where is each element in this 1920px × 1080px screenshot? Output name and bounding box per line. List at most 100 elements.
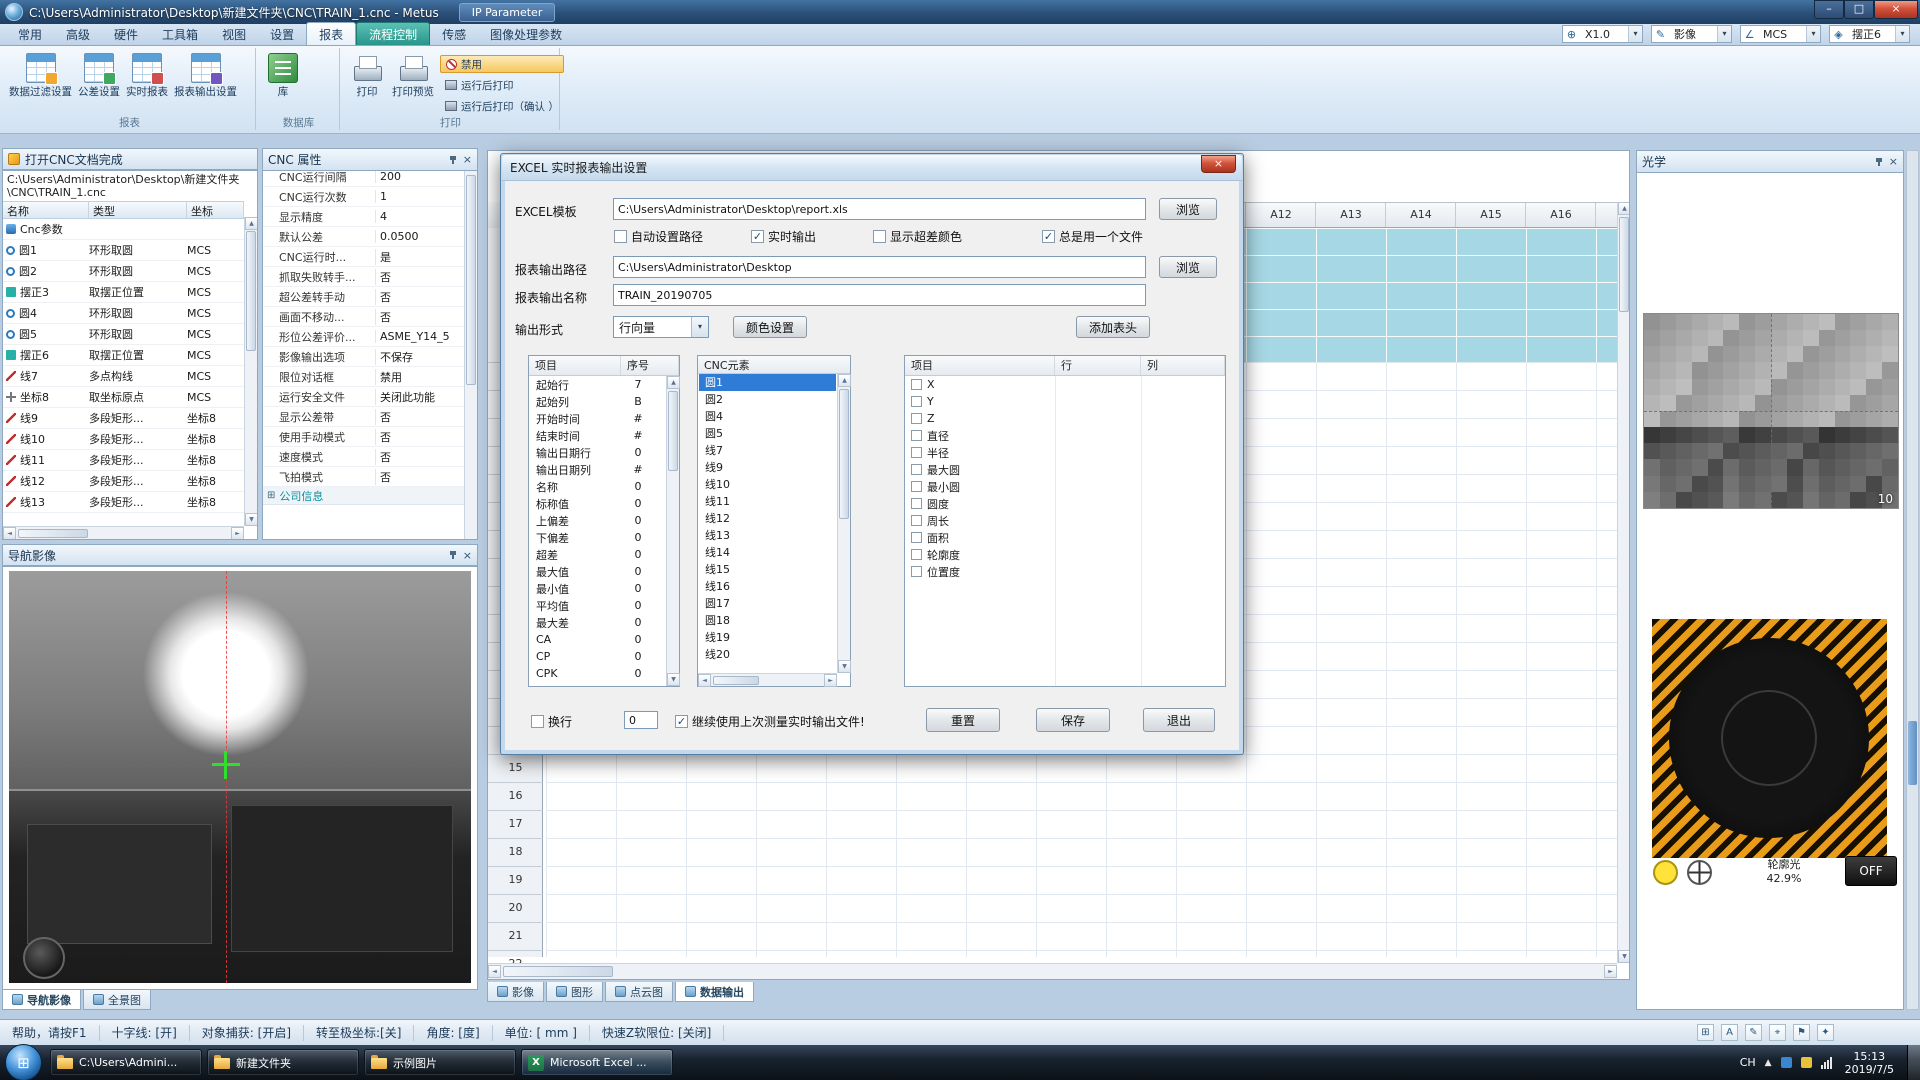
output-format-select[interactable]: 行向量 ▾: [613, 316, 709, 338]
output-item-row[interactable]: Y: [906, 393, 1224, 410]
cnc-element-item[interactable]: 线11: [699, 493, 836, 510]
wrap-count-input[interactable]: [624, 711, 658, 729]
scroll-up-icon[interactable]: ▲: [667, 376, 680, 389]
taskbar-button[interactable]: XMicrosoft Excel ...: [521, 1049, 673, 1076]
ribbon-tab[interactable]: 高级: [54, 23, 102, 45]
report-item-row[interactable]: 最大差0: [530, 614, 665, 631]
close-panel-icon[interactable]: ×: [463, 154, 472, 165]
feature-row[interactable]: 圆5环形取圆MCS: [3, 324, 244, 345]
scroll-right-icon[interactable]: ►: [824, 674, 837, 687]
scroll-up-icon[interactable]: ▲: [838, 374, 851, 387]
sheet-column-header[interactable]: A16: [1526, 202, 1596, 228]
browse-path-button[interactable]: 浏览: [1159, 256, 1217, 278]
cnc-element-item[interactable]: 圆1: [699, 374, 836, 391]
ribbon-tab[interactable]: 图像处理参数: [478, 23, 574, 45]
zoom-pixel-view[interactable]: 10: [1643, 313, 1899, 509]
ribbon-tab[interactable]: 硬件: [102, 23, 150, 45]
excel-template-input[interactable]: [613, 198, 1146, 220]
sheet-column-header[interactable]: A12: [1246, 202, 1316, 228]
feature-row[interactable]: 线7多点构线MCS: [3, 366, 244, 387]
section-company-info[interactable]: ⊞ 公司信息: [263, 487, 464, 505]
network-icon[interactable]: [1821, 1057, 1832, 1069]
chevron-down-icon[interactable]: ▾: [1895, 26, 1909, 42]
property-row[interactable]: 运行安全文件关闭此功能: [263, 387, 464, 407]
chevron-down-icon[interactable]: ▾: [1717, 26, 1731, 42]
camera-view[interactable]: [1652, 619, 1887, 858]
option-checkbox[interactable]: 自动设置路径: [614, 228, 703, 245]
feature-row[interactable]: 摆正3取摆正位置MCS: [3, 282, 244, 303]
report-item-row[interactable]: 起始列B: [530, 393, 665, 410]
feature-row[interactable]: 圆1环形取圆MCS: [3, 240, 244, 261]
report-item-row[interactable]: CA0: [530, 631, 665, 648]
checkbox-box[interactable]: [911, 379, 922, 390]
close-panel-icon[interactable]: ×: [463, 550, 472, 561]
maximize-button[interactable]: □: [1844, 0, 1874, 19]
light-off-button[interactable]: OFF: [1845, 856, 1897, 886]
cnc-element-item[interactable]: 圆18: [699, 612, 836, 629]
nav-view-tab[interactable]: 全景图: [83, 990, 151, 1010]
taskbar-button[interactable]: C:\Users\Admini...: [50, 1049, 202, 1076]
output-name-input[interactable]: [613, 284, 1146, 306]
chevron-down-icon[interactable]: ▾: [1628, 26, 1642, 42]
dialog-close-button[interactable]: ×: [1201, 155, 1236, 173]
scrollbar-thumb[interactable]: [1908, 721, 1917, 785]
library-button[interactable]: 库: [260, 50, 306, 98]
scrollbar-thumb[interactable]: [668, 391, 678, 471]
app-logo-icon[interactable]: [5, 3, 23, 21]
expand-icon[interactable]: ⊞: [267, 490, 275, 501]
property-row[interactable]: 画面不移动...否: [263, 307, 464, 327]
ribbon-tab[interactable]: 报表: [306, 22, 356, 45]
start-button[interactable]: ⊞: [5, 1044, 42, 1080]
tray-app-icon[interactable]: [1781, 1057, 1792, 1068]
sheet-row-header[interactable]: 16: [488, 782, 543, 810]
column-header-item[interactable]: 项目: [905, 356, 1055, 375]
show-desktop-button[interactable]: [1907, 1045, 1920, 1080]
feature-row[interactable]: Cnc参数: [3, 219, 244, 240]
sheet-column-header[interactable]: A13: [1316, 202, 1386, 228]
property-row[interactable]: 影像输出选项不保存: [263, 347, 464, 367]
checkbox-box[interactable]: [911, 447, 922, 458]
sheet-row-header[interactable]: 18: [488, 838, 543, 866]
ip-parameter-button[interactable]: IP Parameter: [459, 3, 556, 22]
property-row[interactable]: 速度模式否: [263, 447, 464, 467]
color-settings-button[interactable]: 颜色设置: [733, 316, 807, 338]
sheet-row-header[interactable]: 19: [488, 866, 543, 894]
file-panel-scrollbar[interactable]: ▲ ▼: [244, 217, 257, 526]
scroll-up-icon[interactable]: ▲: [245, 217, 258, 230]
report-item-row[interactable]: 起始行7: [530, 376, 665, 393]
output-item-row[interactable]: 直径: [906, 427, 1224, 444]
tray-app-icon-2[interactable]: [1801, 1057, 1812, 1068]
checkbox-box[interactable]: [911, 430, 922, 441]
column-header-index[interactable]: 序号: [621, 356, 679, 375]
dialog-titlebar[interactable]: EXCEL 实时报表输出设置: [502, 155, 1242, 181]
taskbar-button[interactable]: 新建文件夹: [207, 1049, 359, 1076]
add-header-button[interactable]: 添加表头: [1076, 316, 1150, 338]
chevron-down-icon[interactable]: ▾: [691, 317, 708, 337]
pin-icon[interactable]: [1874, 157, 1884, 167]
checkbox-box[interactable]: [911, 498, 922, 509]
scroll-right-icon[interactable]: ►: [1604, 965, 1617, 978]
cnc-element-item[interactable]: 线10: [699, 476, 836, 493]
file-panel-hscrollbar[interactable]: ◄ ►: [3, 526, 244, 539]
output-item-row[interactable]: X: [906, 376, 1224, 393]
property-row[interactable]: 飞拍模式否: [263, 467, 464, 487]
output-item-row[interactable]: 轮廓度: [906, 546, 1224, 563]
center-view-tab[interactable]: 点云图: [605, 982, 673, 1002]
wrap-checkbox[interactable]: 换行: [531, 713, 572, 730]
option-checkbox[interactable]: ✓总是用一个文件: [1042, 228, 1143, 245]
output-item-row[interactable]: 圆度: [906, 495, 1224, 512]
scrollbar-thumb[interactable]: [713, 676, 759, 685]
feature-row[interactable]: 坐标8取坐标原点MCS: [3, 387, 244, 408]
output-item-row[interactable]: 周长: [906, 512, 1224, 529]
language-indicator[interactable]: CH: [1740, 1056, 1756, 1069]
feature-row[interactable]: 圆2环形取圆MCS: [3, 261, 244, 282]
center-view-tab[interactable]: 数据输出: [675, 982, 754, 1002]
feature-row[interactable]: 摆正6取摆正位置MCS: [3, 345, 244, 366]
report-item-row[interactable]: 上偏差0: [530, 512, 665, 529]
report-item-row[interactable]: 输出日期行0: [530, 444, 665, 461]
sheet-row-header[interactable]: 20: [488, 894, 543, 922]
property-row[interactable]: 使用手动模式否: [263, 427, 464, 447]
file-column-header[interactable]: 名称: [3, 202, 89, 218]
ring-light-button[interactable]: [1653, 860, 1678, 885]
scroll-down-icon[interactable]: ▼: [245, 513, 258, 526]
